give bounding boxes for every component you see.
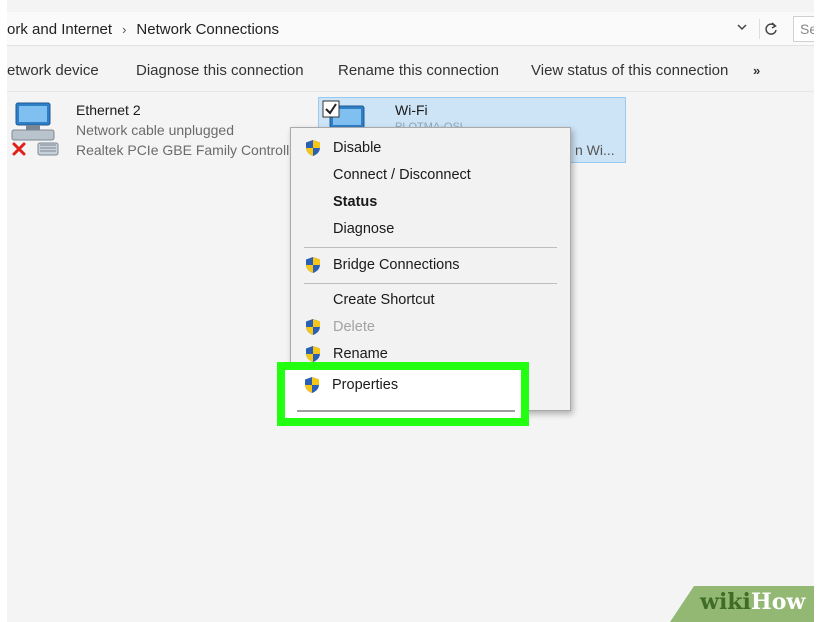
diagnose-connection-button[interactable]: Diagnose this connection bbox=[136, 50, 304, 92]
menu-item-properties[interactable]: Properties bbox=[285, 372, 521, 398]
more-commands-icon[interactable]: » bbox=[753, 50, 760, 92]
menu-label-status: Status bbox=[333, 194, 378, 210]
wifi-adapter: n Wi... bbox=[575, 142, 615, 158]
menu-item-bridge-connections[interactable]: Bridge Connections bbox=[291, 252, 570, 278]
menu-item-status[interactable]: Status bbox=[291, 189, 570, 215]
window-edge bbox=[814, 0, 820, 622]
breadcrumb: ork and Internet › Network Connections bbox=[7, 12, 279, 46]
ethernet-name: Ethernet 2 bbox=[76, 102, 141, 118]
address-bar[interactable]: ork and Internet › Network Connections S… bbox=[7, 12, 820, 46]
properties-highlight: Properties bbox=[277, 362, 529, 426]
connection-ethernet-2[interactable]: Ethernet 2 Network cable unplugged Realt… bbox=[7, 93, 307, 163]
menu-label-bridge: Bridge Connections bbox=[333, 257, 460, 273]
menu-label-diagnose: Diagnose bbox=[333, 221, 395, 237]
disconnected-x-icon bbox=[12, 142, 26, 156]
menu-separator bbox=[297, 410, 515, 412]
disable-network-device-button[interactable]: etwork device bbox=[7, 50, 99, 92]
breadcrumb-separator-icon[interactable]: › bbox=[122, 22, 126, 37]
menu-separator bbox=[304, 247, 557, 248]
breadcrumb-network-connections[interactable]: Network Connections bbox=[136, 21, 279, 38]
menu-item-create-shortcut[interactable]: Create Shortcut bbox=[291, 287, 570, 313]
breadcrumb-network-and-internet[interactable]: ork and Internet bbox=[7, 21, 112, 38]
menu-label-create-shortcut: Create Shortcut bbox=[333, 292, 435, 308]
uac-shield-icon bbox=[306, 140, 320, 156]
menu-item-diagnose[interactable]: Diagnose bbox=[291, 216, 570, 242]
ethernet-status: Network cable unplugged bbox=[76, 122, 234, 138]
uac-shield-icon bbox=[306, 346, 320, 362]
uac-shield-icon bbox=[306, 257, 320, 273]
command-bar: etwork device Diagnose this connection R… bbox=[7, 50, 814, 92]
menu-label-connect-disconnect: Connect / Disconnect bbox=[333, 167, 471, 183]
explorer-window: ork and Internet › Network Connections S… bbox=[0, 0, 820, 622]
menu-item-connect-disconnect[interactable]: Connect / Disconnect bbox=[291, 162, 570, 188]
wifi-name: Wi-Fi bbox=[395, 102, 428, 118]
menu-label-delete: Delete bbox=[333, 319, 375, 335]
menu-item-delete: Delete bbox=[291, 314, 570, 340]
uac-shield-icon bbox=[306, 319, 320, 335]
chevron-down-icon[interactable] bbox=[733, 19, 751, 39]
window-edge bbox=[0, 0, 7, 622]
wikihow-watermark: wikiHow bbox=[664, 586, 820, 622]
wikihow-logo: wikiHow bbox=[700, 589, 806, 615]
ethernet-adapter: Realtek PCIe GBE Family Controll bbox=[76, 142, 290, 158]
view-status-button[interactable]: View status of this connection bbox=[531, 50, 728, 92]
menu-label-disable: Disable bbox=[333, 140, 382, 156]
menu-separator bbox=[304, 283, 557, 284]
menu-label-rename: Rename bbox=[333, 346, 388, 362]
menu-item-disable[interactable]: Disable bbox=[291, 135, 570, 161]
rename-connection-button[interactable]: Rename this connection bbox=[338, 50, 499, 92]
refresh-icon[interactable] bbox=[759, 19, 781, 39]
uac-shield-icon bbox=[305, 377, 319, 393]
menu-label-properties: Properties bbox=[332, 377, 399, 393]
